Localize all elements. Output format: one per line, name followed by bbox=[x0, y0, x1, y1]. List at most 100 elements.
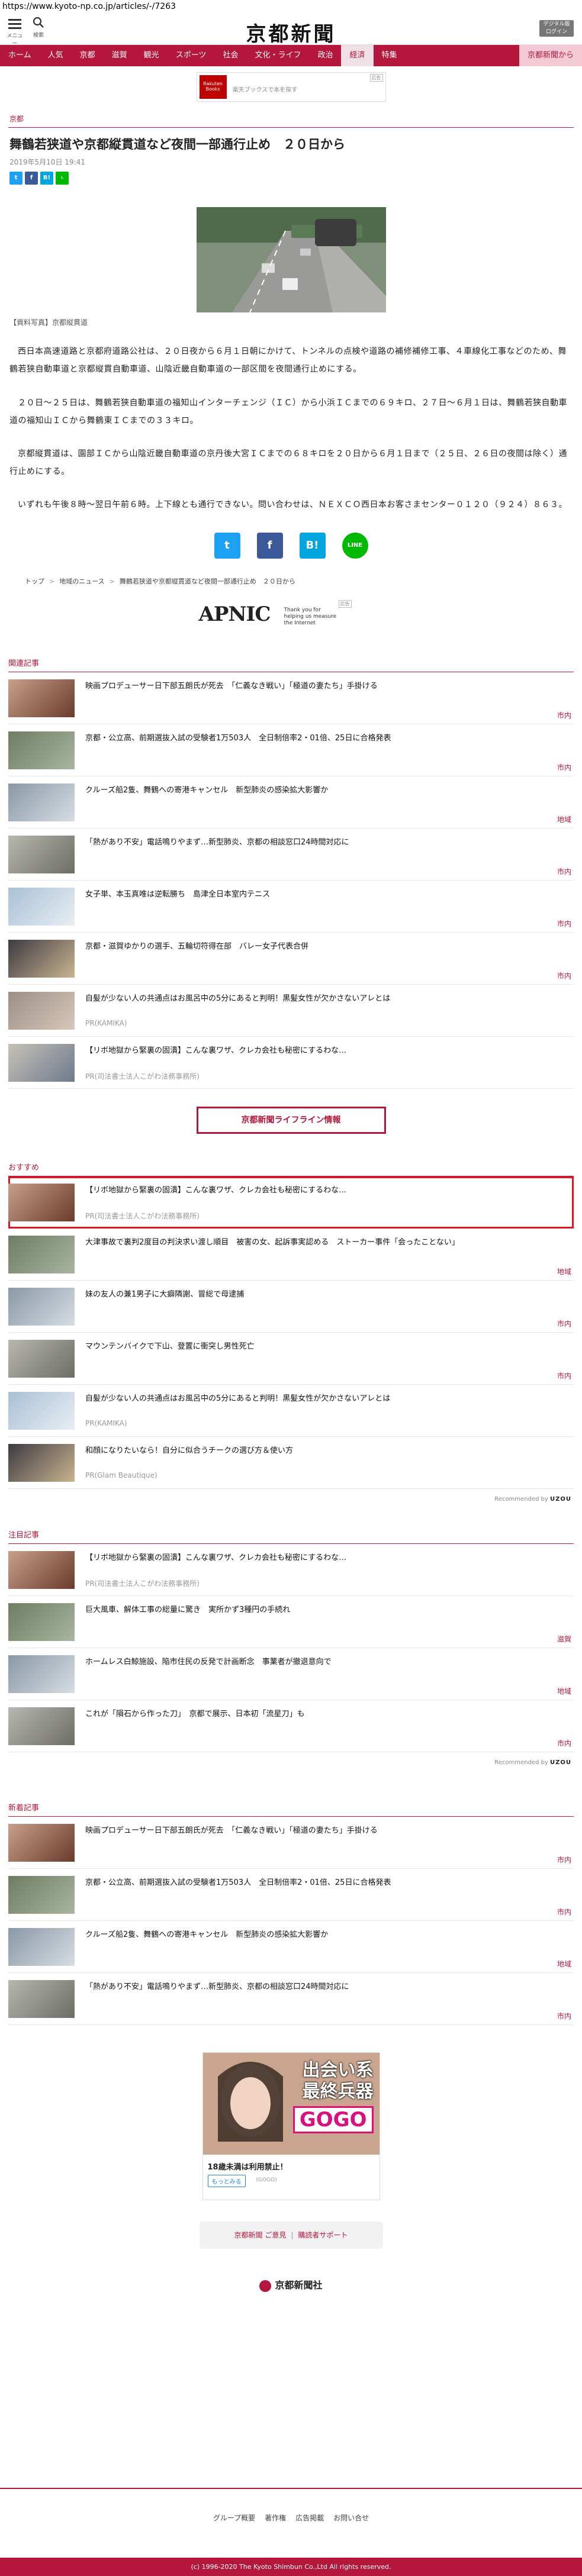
category-tag: 市内 bbox=[557, 868, 571, 876]
kyoto-np-logo-icon bbox=[259, 2280, 272, 2292]
article-paragraph: いずれも午後８時〜翌日午前６時。上下線とも通行できない。問い合わせは、ＮＥＸＣＯ… bbox=[18, 499, 567, 510]
footer-logo-text: 京都新聞社 bbox=[275, 2280, 323, 2291]
category-tag: 市内 bbox=[557, 1372, 571, 1381]
rakuten-logo: Rakuten Books bbox=[199, 75, 227, 99]
uzou-logo[interactable]: UZOU bbox=[550, 1496, 571, 1503]
line-share-button[interactable]: L bbox=[56, 172, 69, 185]
digital-label: デジタル版 bbox=[543, 21, 570, 27]
list-item[interactable]: 「熱があり不安」電話鳴りやまず…新型肺炎、京都の相談窓口24時間対応に 市内 bbox=[8, 1973, 574, 2026]
breadcrumb-current: 舞鶴若狭道や京都縦貫道など夜間一部通行止め ２０日から bbox=[119, 578, 295, 586]
category-tag: 市内 bbox=[557, 1320, 571, 1329]
site-logo[interactable]: 京都新聞 bbox=[0, 18, 582, 47]
breadcrumb-item[interactable]: トップ bbox=[25, 578, 44, 585]
nav-item[interactable]: 滋賀 bbox=[104, 45, 136, 66]
ad-banner-top[interactable]: Rakuten Books 楽天ブックスで本を探す 広告 bbox=[196, 72, 386, 102]
nav-item[interactable]: 政治 bbox=[309, 45, 341, 66]
list-item[interactable]: 京都・公立高、前期選抜入試の受験者1万503人 全日制倍率2・01倍、25日に合… bbox=[8, 1869, 574, 1921]
list-item[interactable]: 【リボ地獄から緊裏の固潰】こんな裏ワザ、クレカ会社も秘密にするわな… PR(司法書… bbox=[8, 1037, 574, 1089]
uzou-logo[interactable]: UZOU bbox=[550, 1759, 571, 1766]
nav-item[interactable]: スポーツ bbox=[168, 45, 215, 66]
category-tag: 市内 bbox=[557, 920, 571, 928]
list-item[interactable]: 映画プロデューサー日下部五朗氏が死去 「仁義なき戦い」「極道の妻たち」手掛ける市… bbox=[8, 672, 574, 725]
thumbnail-image bbox=[8, 1340, 75, 1378]
address-bar[interactable]: https://www.kyoto-np.co.jp/articles/-/72… bbox=[0, 0, 582, 13]
recommended-by-text: Recommended by bbox=[494, 1759, 548, 1766]
nav-item[interactable]: 社会 bbox=[214, 45, 246, 66]
nav-item[interactable]: 経済 bbox=[341, 45, 374, 66]
sponsor-label: PR(司法書士法人こがわ法務事務所) bbox=[85, 1579, 200, 1588]
facebook-share-button-large[interactable]: f bbox=[256, 533, 283, 559]
hatena-share-button[interactable]: B! bbox=[40, 172, 53, 185]
lifeline-button[interactable]: 京都新聞ライフライン情報 bbox=[196, 1107, 386, 1134]
list-item-title: 【リボ地獄から緊裏の固潰】こんな裏ワザ、クレカ会社も秘密にするわな… bbox=[85, 1553, 347, 1563]
list-item[interactable]: 自髪が少ない人の共通点はお風呂中の5分にあると判明！黒髪女性が欠かさないアレとは… bbox=[8, 985, 574, 1037]
list-item-title: 女子単、本玉真唯は逆転勝ち 島津全日本室内テニス bbox=[85, 890, 271, 899]
thumbnail-image bbox=[8, 1603, 75, 1642]
footer-nav-item[interactable]: 広告掲載 bbox=[295, 2514, 324, 2522]
list-item-title: 自髪が少ない人の共通点はお風呂中の5分にあると判明！黒髪女性が欠かさないアレとは bbox=[85, 994, 391, 1004]
list-item[interactable]: 妹の友人の兼1男子に大癖隣謝、冒総で母逮捕 市内 bbox=[8, 1281, 574, 1333]
list-item[interactable]: マウンテンバイクで下山、登置に衝突し男性死亡 市内 bbox=[8, 1333, 574, 1385]
list-item[interactable]: 女子単、本玉真唯は逆転勝ち 島津全日本室内テニス市内 bbox=[8, 881, 574, 933]
footer-nav-item[interactable]: 著作権 bbox=[265, 2514, 286, 2522]
list-item-title: 「熱があり不安」電話鳴りやまず…新型肺炎、京都の相談窓口24時間対応に bbox=[85, 1982, 349, 1992]
list-item[interactable]: 巨大風車、解体工事の総量に驚き 実所かず3種円の手続れ滋賀 bbox=[8, 1596, 574, 1649]
list-item-title: 巨大風車、解体工事の総量に驚き 実所かず3種円の手続れ bbox=[85, 1605, 291, 1615]
article-photo bbox=[196, 207, 386, 313]
twitter-share-button-large[interactable]: t bbox=[214, 533, 240, 559]
list-item-title: 和顔になりたいなら！自分に似合うチークの選び方＆使い方 bbox=[85, 1446, 294, 1456]
list-item[interactable]: クルーズ船2隻、舞鶴への寄港キャンセル 新型肺炎の感染拡大影響か 地域 bbox=[8, 776, 574, 829]
sponsor-label: PR(司法書士法人こがわ法務事務所) bbox=[85, 1072, 200, 1081]
list-item[interactable]: 【リボ地獄から緊裏の固潰】こんな裏ワザ、クレカ会社も秘密にするわな… PR(司法書… bbox=[8, 1176, 574, 1229]
category-tag: 地域 bbox=[557, 815, 571, 824]
ad-more-button[interactable]: もっとみる bbox=[207, 2175, 246, 2188]
list-item[interactable]: 「熱があり不安」電話鳴りやまず…新型肺炎、京都の相談窓口24時間対応に 市内 bbox=[8, 828, 574, 881]
list-item[interactable]: クルーズ船2隻、舞鶴への寄港キャンセル 新型肺炎の感染拡大影響か 地域 bbox=[8, 1921, 574, 1974]
list-item[interactable]: 和顔になりたいなら！自分に似合うチークの選び方＆使い方 PR(Glam Beaut… bbox=[8, 1437, 574, 1489]
breadcrumb-item[interactable]: 地域のニュース bbox=[59, 578, 104, 585]
hatena-share-button-large[interactable]: B! bbox=[299, 533, 326, 559]
recommended-by: Recommended by UZOU bbox=[11, 1496, 571, 1503]
list-item[interactable]: 自髪が少ない人の共通点はお風呂中の5分にあると判明！黒髪女性が欠かさないアレとは… bbox=[8, 1385, 574, 1437]
nav-item[interactable]: 京都 bbox=[72, 45, 104, 66]
ad-source: (GOGO) bbox=[256, 2177, 277, 2184]
digital-login-button[interactable]: デジタル版 ログイン bbox=[539, 20, 574, 37]
footer-logo[interactable]: 京都新聞社 bbox=[0, 2277, 582, 2292]
share-buttons-bottom: t f B! LINE bbox=[0, 533, 582, 559]
share-buttons-top: t f B! L bbox=[9, 172, 573, 185]
footer-nav-item[interactable]: グループ概要 bbox=[213, 2514, 255, 2522]
list-item[interactable]: 【リボ地獄から緊裏の固潰】こんな裏ワザ、クレカ会社も秘密にするわな… PR(司法書… bbox=[8, 1544, 574, 1597]
recommended-by-2: Recommended by UZOU bbox=[11, 1759, 571, 1766]
thumbnail-image bbox=[8, 1876, 75, 1914]
nav-item[interactable]: 京都新聞から bbox=[519, 45, 582, 66]
list-item[interactable]: 京都・滋賀ゆかりの選手、五輪切符得在部 バレー女子代表合併 市内 bbox=[8, 933, 574, 985]
nav-item[interactable]: 特集 bbox=[374, 45, 406, 66]
list-item-title: クルーズ船2隻、舞鶴への寄港キャンセル 新型肺炎の感染拡大影響か bbox=[85, 1930, 329, 1940]
list-item[interactable]: 映画プロデューサー日下部五朗氏が死去 「仁義なき戦い」「極道の妻たち」手掛ける市… bbox=[8, 1817, 574, 1869]
ad-banner-bottom[interactable]: 出会い系 最終兵器 GOGO 18歳未満は利用禁止！ もっとみる (GOGO) bbox=[202, 2052, 380, 2201]
thumbnail-image bbox=[8, 1236, 75, 1274]
list-item[interactable]: 大津事故で裏判2度目の判決求い渡し順目 被害の女、起訴事実認める ストーカー事件… bbox=[8, 1229, 574, 1281]
footer-nav-item[interactable]: お問い合せ bbox=[333, 2514, 369, 2522]
nav-item[interactable]: 観光 bbox=[136, 45, 168, 66]
facebook-share-button[interactable]: f bbox=[25, 172, 38, 185]
list-item-title: 大津事故で裏判2度目の判決求い渡し順目 被害の女、起訴事実認める ストーカー事件… bbox=[85, 1238, 459, 1247]
ad-banner-apnic[interactable]: APNIC Thank you for helping us measure t… bbox=[197, 599, 386, 628]
nav-item[interactable]: 文化・ライフ bbox=[246, 45, 309, 66]
article-category[interactable]: 京都 bbox=[8, 107, 574, 128]
list-item[interactable]: これが「隕石から作った刀」 京都で展示、日本初「流星刀」も 市内 bbox=[8, 1700, 574, 1753]
support-link[interactable]: 購読者サポート bbox=[298, 2231, 348, 2239]
feedback-link[interactable]: 京都新聞 ご意見 bbox=[234, 2231, 287, 2239]
nav-item[interactable]: ホーム bbox=[0, 45, 40, 66]
list-item[interactable]: ホームレス白鯨施設、陥市住民の反発で計画断念 事業者が撤退意向で 地域 bbox=[8, 1648, 574, 1701]
list-item-title: 京都・公立高、前期選抜入試の受験者1万503人 全日制倍率2・01倍、25日に合… bbox=[85, 734, 391, 743]
category-tag: 市内 bbox=[557, 1739, 571, 1748]
related-heading: 関連記事 bbox=[8, 657, 574, 673]
list-item[interactable]: 京都・公立高、前期選抜入試の受験者1万503人 全日制倍率2・01倍、25日に合… bbox=[8, 724, 574, 777]
twitter-share-button[interactable]: t bbox=[9, 172, 22, 185]
line-share-button-large[interactable]: LINE bbox=[342, 533, 368, 559]
sponsor-label: PR(KAMIKA) bbox=[85, 1419, 127, 1428]
nav-item[interactable]: 人気 bbox=[40, 45, 72, 66]
category-tag: 地域 bbox=[557, 1268, 571, 1276]
category-tag: 滋賀 bbox=[557, 1635, 571, 1644]
